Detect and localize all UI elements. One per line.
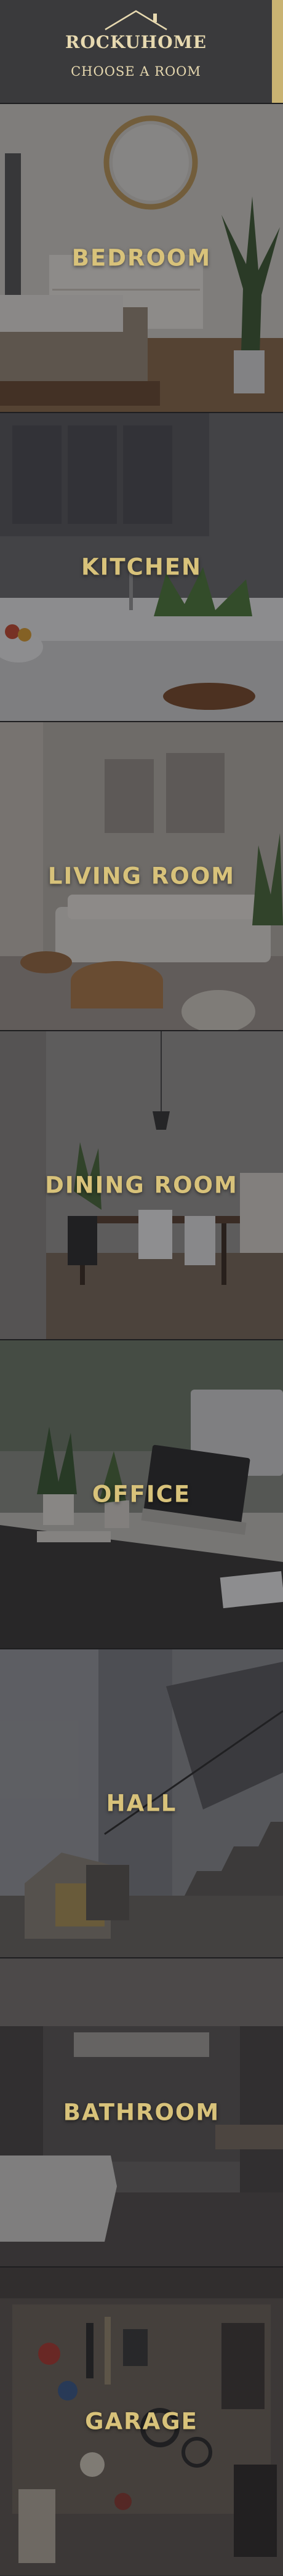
brand-name: ROCKUHOME: [65, 32, 207, 52]
room-label-kitchen: KITCHEN: [81, 553, 202, 581]
room-card-office[interactable]: OFFICE: [0, 1339, 283, 1648]
room-label-office: OFFICE: [92, 1481, 191, 1508]
page-subtitle: CHOOSE A ROOM: [71, 64, 201, 79]
room-card-garage[interactable]: GARAGE: [0, 2266, 283, 2575]
room-label-living-room: LIVING ROOM: [47, 863, 236, 890]
room-label-hall: HALL: [106, 1790, 177, 1817]
house-roof-icon: [105, 10, 167, 31]
logo: [0, 7, 272, 32]
app-header: ROCKUHOME CHOOSE A ROOM: [0, 0, 283, 103]
room-label-dining-room: DINING ROOM: [45, 1172, 238, 1199]
room-card-living-room[interactable]: LIVING ROOM: [0, 721, 283, 1030]
room-card-dining-room[interactable]: DINING ROOM: [0, 1030, 283, 1339]
room-card-kitchen[interactable]: KITCHEN: [0, 412, 283, 721]
room-card-bathroom[interactable]: BATHROOM: [0, 1957, 283, 2266]
room-label-bathroom: BATHROOM: [63, 2099, 220, 2126]
room-card-hall[interactable]: HALL: [0, 1648, 283, 1957]
room-list: BEDROOM KITCHEN LIVING ROOM DINING ROOM …: [0, 103, 283, 2575]
room-card-bedroom[interactable]: BEDROOM: [0, 103, 283, 412]
room-label-garage: GARAGE: [85, 2408, 198, 2435]
room-label-bedroom: BEDROOM: [71, 244, 212, 272]
